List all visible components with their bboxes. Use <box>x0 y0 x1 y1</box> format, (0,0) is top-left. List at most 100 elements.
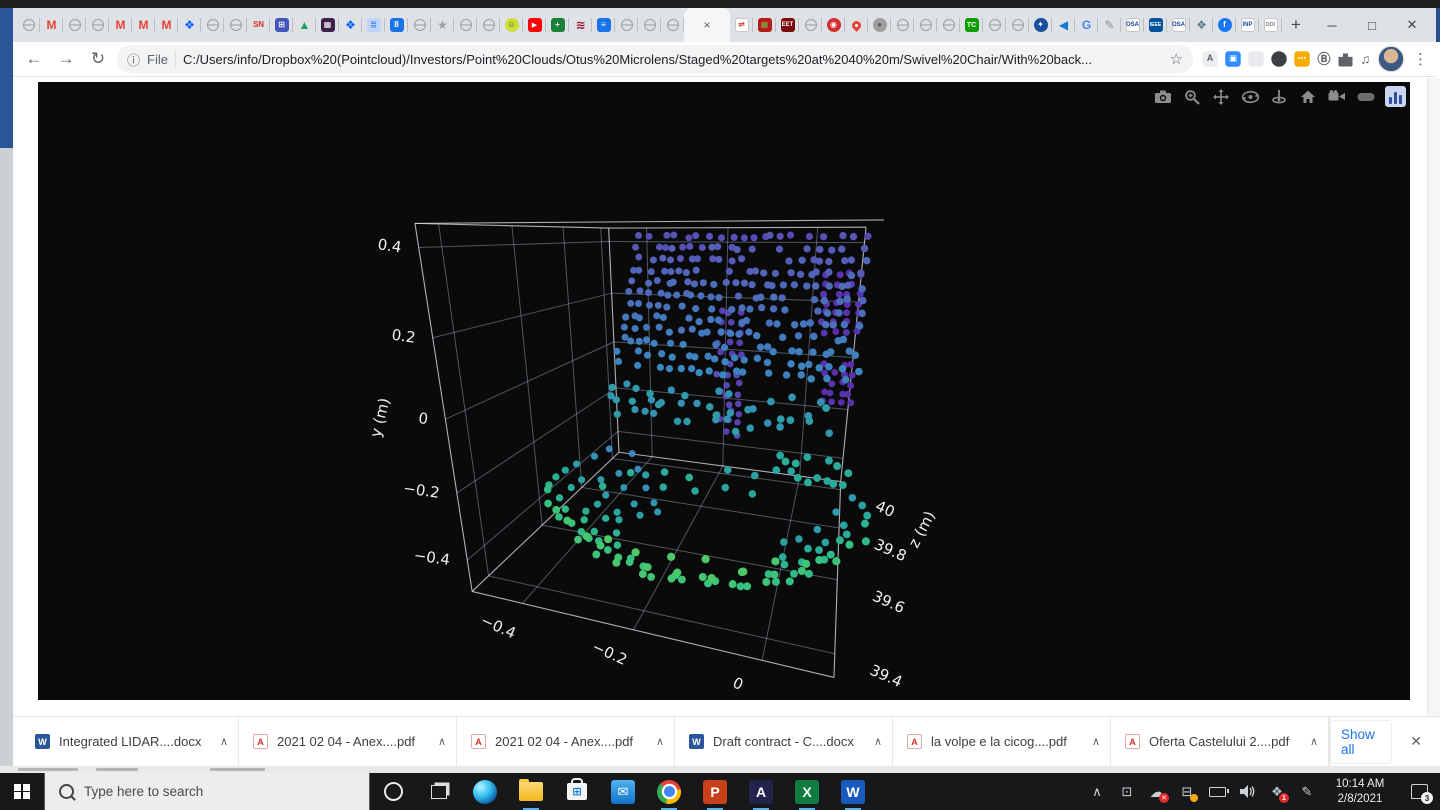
modebar-turntable-icon[interactable] <box>1269 87 1289 107</box>
plotly-logo-icon[interactable] <box>1385 86 1406 107</box>
tray-volume-icon[interactable] <box>1232 773 1262 810</box>
taskbar-app-excel-icon[interactable]: X <box>784 773 830 810</box>
pinned-tab-43[interactable]: ✦ <box>1029 8 1052 42</box>
pinned-tab-35[interactable] <box>845 8 868 42</box>
pinned-tab-34[interactable]: ◉ <box>822 8 845 42</box>
pinned-tab-51[interactable]: f <box>1213 8 1236 42</box>
start-button[interactable] <box>0 773 44 810</box>
downloads-bar-close-icon[interactable]: ✕ <box>1410 733 1422 750</box>
pinned-tab-24[interactable]: ≋ <box>569 8 592 42</box>
back-icon[interactable]: ← <box>21 49 47 69</box>
minimize-button[interactable]: ─ <box>1312 18 1352 33</box>
taskbar-app-acrobat-icon[interactable]: A <box>738 773 784 810</box>
pinned-tab-42[interactable] <box>1006 8 1029 42</box>
show-all-downloads-button[interactable]: Show all <box>1330 719 1393 764</box>
modebar-orbit-icon[interactable] <box>1240 87 1260 107</box>
address-bar[interactable]: ⓘ File C:/Users/info/Dropbox%20(Pointclo… <box>117 45 1193 73</box>
pinned-tab-6[interactable]: M <box>155 8 178 42</box>
page-scrollbar[interactable] <box>1427 78 1440 766</box>
taskbar-app-word-icon[interactable]: W <box>830 773 876 810</box>
tab-close-icon[interactable]: × <box>703 18 710 32</box>
active-tab[interactable]: × <box>684 8 730 42</box>
extension-icon-3[interactable] <box>1271 51 1287 67</box>
profile-avatar[interactable] <box>1377 45 1405 73</box>
pinned-tab-7[interactable]: ❖ <box>178 8 201 42</box>
modebar-pan-icon[interactable] <box>1211 87 1231 107</box>
modebar-movie-icon[interactable] <box>1327 87 1347 107</box>
plotly-3d-plot[interactable]: 0.4 0.2 0 −0.2 −0.4 −0.4 −0.2 0 40 39.8 39.6 39.4 y … <box>38 82 1410 700</box>
pinned-tab-13[interactable]: ▦ <box>316 8 339 42</box>
tray-hidden-icons-chevron[interactable]: ∧ <box>1082 773 1112 810</box>
download-item-0[interactable]: W Integrated LIDAR....docx ∧ <box>21 716 239 767</box>
pinned-tab-17[interactable] <box>408 8 431 42</box>
tray-display-icon[interactable]: ⊡ <box>1112 773 1142 810</box>
download-item-menu-chevron[interactable]: ∧ <box>874 735 886 748</box>
download-item-5[interactable]: A Oferta Castelului 2....pdf ∧ <box>1111 716 1329 767</box>
pinned-tab-3[interactable] <box>86 8 109 42</box>
pinned-tab-44[interactable]: ◀ <box>1052 8 1075 42</box>
extension-icon-7[interactable]: ♫ <box>1361 52 1371 65</box>
pinned-tab-53[interactable]: DOI <box>1259 8 1282 42</box>
modebar-home-icon[interactable] <box>1298 87 1318 107</box>
modebar-zoom-icon[interactable] <box>1182 87 1202 107</box>
cortana-button[interactable] <box>370 773 416 810</box>
pinned-tab-27[interactable] <box>638 8 661 42</box>
tray-pen-icon[interactable]: ✎ <box>1292 773 1322 810</box>
pinned-tab-11[interactable]: ⊞ <box>270 8 293 42</box>
extension-icon-5[interactable]: Ⓑ <box>1317 52 1330 65</box>
taskbar-app-edge-icon[interactable] <box>462 773 508 810</box>
taskbar-app-powerpoint-icon[interactable]: P <box>692 773 738 810</box>
taskbar-clock[interactable]: 10:14 AM 2/8/2021 <box>1322 777 1398 807</box>
pinned-tab-40[interactable]: TC <box>960 8 983 42</box>
pinned-tab-50[interactable]: ❖ <box>1190 8 1213 42</box>
pinned-tab-33[interactable] <box>799 8 822 42</box>
download-item-1[interactable]: A 2021 02 04 - Anex....pdf ∧ <box>239 716 457 767</box>
taskbar-search-box[interactable]: Type here to search <box>44 773 370 810</box>
reload-icon[interactable]: ↻ <box>85 49 111 69</box>
pinned-tab-8[interactable] <box>201 8 224 42</box>
download-item-menu-chevron[interactable]: ∧ <box>656 735 668 748</box>
task-view-button[interactable] <box>416 773 462 810</box>
modebar-camera-icon[interactable] <box>1153 87 1173 107</box>
pinned-tab-52[interactable]: INP <box>1236 8 1259 42</box>
close-button[interactable]: ✕ <box>1392 17 1432 33</box>
pinned-tab-47[interactable]: OSA <box>1121 8 1144 42</box>
bookmark-star-icon[interactable]: ☆ <box>1170 50 1183 68</box>
maximize-button[interactable]: □ <box>1352 18 1392 33</box>
pinned-tab-23[interactable]: + <box>546 8 569 42</box>
pinned-tab-9[interactable] <box>224 8 247 42</box>
taskbar-app-file-explorer-icon[interactable] <box>508 773 554 810</box>
taskbar-app-microsoft-store-icon[interactable]: ⊞ <box>554 773 600 810</box>
pinned-tab-10[interactable]: SN <box>247 8 270 42</box>
tray-onedrive-icon[interactable]: ☁ ✕ <box>1142 773 1172 810</box>
pinned-tab-38[interactable] <box>914 8 937 42</box>
taskbar-app-mail-icon[interactable]: ✉ <box>600 773 646 810</box>
pinned-tab-5[interactable]: M <box>132 8 155 42</box>
download-item-4[interactable]: Ala volpe e la cicog....pdf ∧ <box>893 716 1111 767</box>
pinned-tab-36[interactable]: ● <box>868 8 891 42</box>
pinned-tab-26[interactable] <box>615 8 638 42</box>
forward-icon[interactable]: → <box>53 49 79 69</box>
pinned-tab-1[interactable]: M <box>40 8 63 42</box>
download-item-menu-chevron[interactable]: ∧ <box>438 735 450 748</box>
tray-battery-icon[interactable] <box>1202 773 1232 810</box>
url-text[interactable]: C:/Users/info/Dropbox%20(Pointcloud)/Inv… <box>183 52 1163 67</box>
browser-menu-icon[interactable]: ⋮ <box>1413 50 1428 68</box>
pinned-tab-28[interactable] <box>661 8 684 42</box>
pinned-tab-20[interactable] <box>477 8 500 42</box>
download-item-menu-chevron[interactable]: ∧ <box>1092 735 1104 748</box>
pinned-tab-37[interactable] <box>891 8 914 42</box>
pinned-tab-22[interactable]: ▶ <box>523 8 546 42</box>
extension-icon-4[interactable]: ⋯ <box>1294 51 1310 67</box>
pinned-tab-39[interactable] <box>937 8 960 42</box>
tray-dropbox-icon[interactable]: ❖ 1 <box>1262 773 1292 810</box>
taskbar-app-chrome-icon[interactable] <box>646 773 692 810</box>
pinned-tab-32[interactable]: EET <box>776 8 799 42</box>
extension-icon-1[interactable]: ▣ <box>1225 51 1241 67</box>
pinned-tab-0[interactable] <box>17 8 40 42</box>
pinned-tab-15[interactable]: ≣ <box>362 8 385 42</box>
pinned-tab-45[interactable]: G <box>1075 8 1098 42</box>
extension-icon-2[interactable] <box>1248 51 1264 67</box>
extensions-menu-icon[interactable] <box>1338 52 1353 67</box>
scatter3d-canvas[interactable]: 0.4 0.2 0 −0.2 −0.4 −0.4 −0.2 0 40 39.8 39.6 39.4 y … <box>38 82 1410 700</box>
